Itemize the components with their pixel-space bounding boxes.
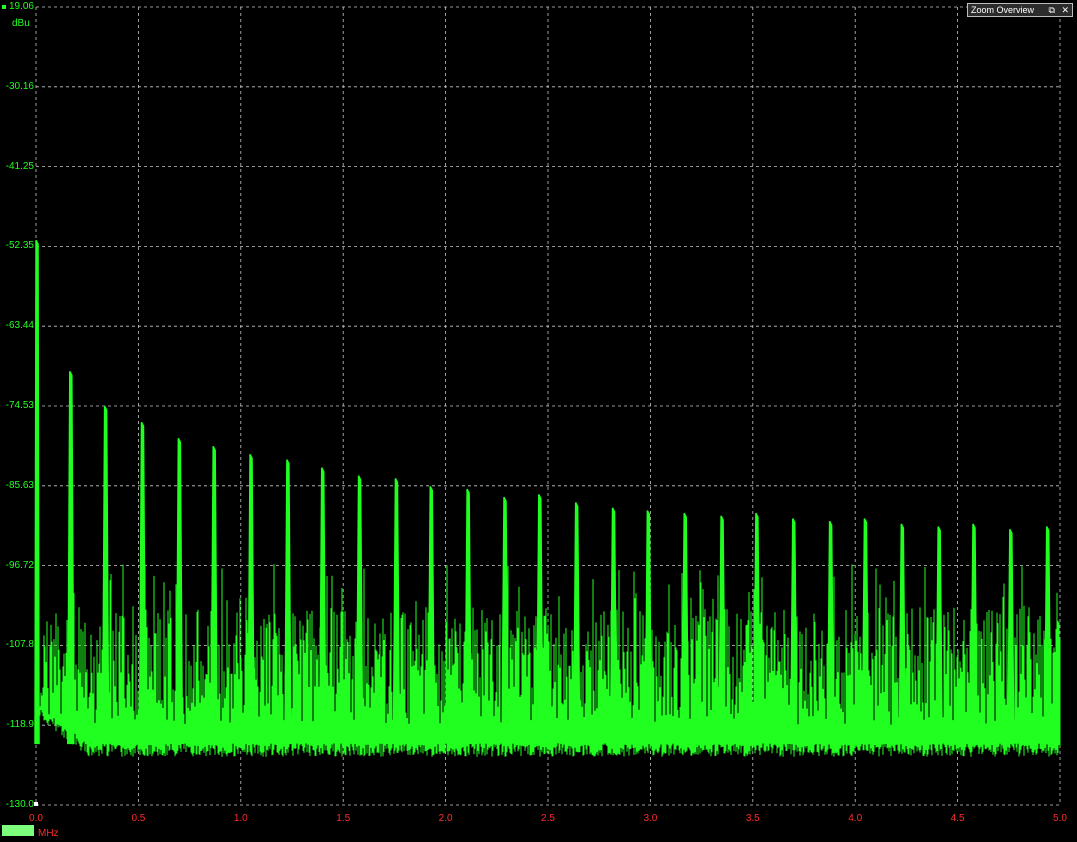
harmonic-peak <box>609 507 618 745</box>
harmonic-peak <box>101 405 110 745</box>
y-tick-label: 19.06 <box>8 1 34 12</box>
y-tick-label: -74.53 <box>5 400 34 411</box>
y-tick-label: -63.44 <box>5 320 34 332</box>
harmonic-peak <box>427 486 436 745</box>
harmonic-peak <box>392 478 401 745</box>
harmonic-peak <box>681 512 689 745</box>
harmonic-peak <box>826 520 835 745</box>
x-tick-label: 3.5 <box>745 813 760 824</box>
y-tick-label: -96.72 <box>5 559 34 571</box>
harmonic-peak <box>210 445 218 745</box>
spectrum-trace <box>39 564 1061 757</box>
x-tick-label: 5.0 <box>1053 813 1067 824</box>
harmonic-peak <box>284 459 292 745</box>
harmonic-peaks <box>34 239 1052 745</box>
noise-floor-fill <box>39 564 1061 757</box>
harmonic-peak <box>464 488 472 745</box>
harmonic-peak <box>355 475 364 745</box>
harmonic-peak <box>718 515 726 745</box>
y-tick-label: -85.63 <box>5 479 34 491</box>
harmonic-peak <box>501 496 509 745</box>
zoom-overview-title: Zoom Overview <box>971 5 1035 15</box>
harmonic-peak <box>1043 526 1052 745</box>
harmonic-peak <box>790 518 798 745</box>
channel-badge[interactable] <box>2 825 34 836</box>
y-tick-label: -118.9 <box>6 719 34 731</box>
zoom-overview-panel[interactable]: Zoom Overview ⧉ ✕ <box>967 3 1073 17</box>
y-tick-label: -107.8 <box>5 639 34 651</box>
harmonic-peak <box>572 502 581 745</box>
x-axis-unit: MHz <box>38 828 59 839</box>
x-tick-label: 1.0 <box>233 813 248 824</box>
restore-icon[interactable]: ⧉ <box>1049 5 1055 15</box>
harmonic-peak <box>318 467 327 745</box>
harmonic-peak <box>1007 528 1015 745</box>
harmonic-peak <box>970 523 978 745</box>
x-tick-label: 4.0 <box>848 813 863 824</box>
close-icon[interactable]: ✕ <box>1061 5 1069 15</box>
x-tick-label: 0.0 <box>29 813 43 824</box>
x-tick-label: 0.5 <box>131 813 146 824</box>
x-tick-label: 2.5 <box>541 813 555 824</box>
harmonic-peak <box>536 494 544 745</box>
harmonic-peak <box>898 523 907 745</box>
harmonic-peak <box>34 239 40 745</box>
harmonic-peak <box>753 512 761 745</box>
x-tick-label: 1.5 <box>336 813 351 824</box>
harmonic-peak <box>935 526 943 745</box>
harmonic-peak <box>644 510 653 745</box>
x-tick-label: 2.0 <box>438 813 453 824</box>
y-tick-label: -30.16 <box>5 80 34 92</box>
y-axis-unit: dBu <box>12 18 30 29</box>
origin-cursor-marker[interactable] <box>34 802 38 806</box>
y-tick-label: -130.0 <box>5 799 34 810</box>
harmonic-peak <box>175 437 184 745</box>
spectrum-plot[interactable] <box>0 0 1077 842</box>
y-tick-label: -41.25 <box>5 160 34 172</box>
x-tick-label: 4.5 <box>950 813 965 824</box>
harmonic-peak <box>67 371 75 745</box>
harmonic-peak <box>138 421 147 745</box>
harmonic-peak <box>247 454 255 745</box>
x-tick-label: 3.0 <box>643 813 658 824</box>
y-tick-label: -52.35 <box>5 240 34 252</box>
harmonic-peak <box>861 518 870 745</box>
